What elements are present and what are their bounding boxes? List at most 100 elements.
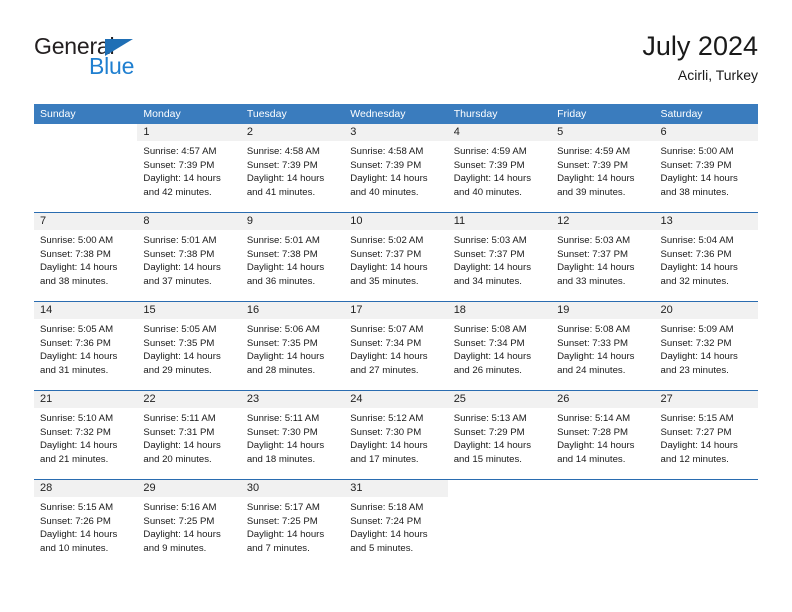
day-number: 21 xyxy=(34,391,138,408)
page-title: July 2024 xyxy=(642,31,758,61)
day-number: 28 xyxy=(34,480,138,497)
day-detail-line: and 24 minutes. xyxy=(557,365,626,377)
day-details: Sunrise: 5:08 AM Sunset: 7:33 PM Daylight:… xyxy=(551,319,654,378)
calendar-day-cell-31[interactable]: 31 Sunrise: 5:18 AM Sunset: 7:24 PM Dayligh… xyxy=(344,480,448,568)
calendar-day-cell-7[interactable]: 7 Sunrise: 5:00 AM Sunset: 7:38 PM Daylight… xyxy=(34,213,138,301)
calendar-day-cell-11[interactable]: 11 Sunrise: 5:03 AM Sunset: 7:37 PM Dayligh… xyxy=(447,213,552,301)
brand-logo[interactable]: General Blue xyxy=(34,34,264,90)
calendar-day-cell-27[interactable]: 27 Sunrise: 5:15 AM Sunset: 7:27 PM Dayligh… xyxy=(654,391,758,479)
day-detail-line: Daylight: 14 hours xyxy=(40,440,118,452)
day-detail-line: Sunset: 7:28 PM xyxy=(557,426,629,438)
calendar-day-cell-9[interactable]: 9 Sunrise: 5:01 AM Sunset: 7:38 PM Daylight… xyxy=(240,213,345,301)
calendar-day-cell-16[interactable]: 16 Sunrise: 5:06 AM Sunset: 7:35 PM Dayligh… xyxy=(240,302,345,390)
day-detail-line: Sunrise: 5:11 AM xyxy=(246,413,320,424)
day-detail-line: Sunrise: 5:13 AM xyxy=(453,413,527,424)
day-detail-line: and 38 minutes. xyxy=(40,276,109,288)
day-details: Sunrise: 4:59 AM Sunset: 7:39 PM Daylight:… xyxy=(551,141,654,200)
calendar-day-cell-19[interactable]: 19 Sunrise: 5:08 AM Sunset: 7:33 PM Dayligh… xyxy=(551,302,655,390)
day-number: 16 xyxy=(240,302,345,319)
day-detail-line: Sunrise: 5:08 AM xyxy=(453,324,527,335)
day-detail-line: Sunset: 7:38 PM xyxy=(246,248,318,260)
day-detail-line: Daylight: 14 hours xyxy=(40,529,118,541)
calendar-day-cell-4[interactable]: 4 Sunrise: 4:59 AM Sunset: 7:39 PM Daylight… xyxy=(447,124,552,212)
calendar-day-cell-30[interactable]: 30 Sunrise: 5:17 AM Sunset: 7:25 PM Dayligh… xyxy=(240,480,345,568)
day-detail-line: Sunrise: 5:16 AM xyxy=(143,502,217,513)
day-detail-line: Sunrise: 4:58 AM xyxy=(246,146,320,157)
day-detail-line: and 14 minutes. xyxy=(557,454,626,466)
day-number xyxy=(654,480,758,497)
day-detail-line: Sunrise: 5:05 AM xyxy=(143,324,217,335)
day-detail-line: and 38 minutes. xyxy=(660,187,729,199)
calendar-day-cell-6[interactable]: 6 Sunrise: 5:00 AM Sunset: 7:39 PM Daylight… xyxy=(654,124,758,212)
calendar-day-cell-22[interactable]: 22 Sunrise: 5:11 AM Sunset: 7:31 PM Dayligh… xyxy=(137,391,241,479)
calendar-day-cell-15[interactable]: 15 Sunrise: 5:05 AM Sunset: 7:35 PM Dayligh… xyxy=(137,302,241,390)
day-detail-line: Sunset: 7:39 PM xyxy=(350,159,422,171)
day-details: Sunrise: 5:00 AM Sunset: 7:38 PM Daylight:… xyxy=(34,230,137,289)
day-detail-line: Sunrise: 5:00 AM xyxy=(660,146,734,157)
calendar-page: General Blue July 2024 Acirli, Turkey Su… xyxy=(0,0,792,612)
day-number: 20 xyxy=(654,302,758,319)
day-detail-line: Sunset: 7:37 PM xyxy=(557,248,629,260)
day-number: 22 xyxy=(137,391,241,408)
day-detail-line: and 29 minutes. xyxy=(143,365,212,377)
day-details: Sunrise: 5:05 AM Sunset: 7:35 PM Daylight:… xyxy=(137,319,240,378)
day-detail-line: and 17 minutes. xyxy=(350,454,419,466)
calendar-day-cell-10[interactable]: 10 Sunrise: 5:02 AM Sunset: 7:37 PM Dayligh… xyxy=(344,213,448,301)
day-number: 6 xyxy=(654,124,758,141)
calendar-day-cell-2[interactable]: 2 Sunrise: 4:58 AM Sunset: 7:39 PM Daylight… xyxy=(240,124,345,212)
day-details: Sunrise: 5:06 AM Sunset: 7:35 PM Daylight:… xyxy=(241,319,344,378)
calendar-week-row: 7 Sunrise: 5:00 AM Sunset: 7:38 PM Daylight… xyxy=(34,212,758,301)
day-detail-line: Sunset: 7:29 PM xyxy=(453,426,525,438)
day-detail-line: Sunset: 7:27 PM xyxy=(660,426,732,438)
day-detail-line: Sunset: 7:26 PM xyxy=(40,515,111,527)
calendar-day-cell-21[interactable]: 21 Sunrise: 5:10 AM Sunset: 7:32 PM Dayligh… xyxy=(34,391,138,479)
day-detail-line: Sunset: 7:38 PM xyxy=(143,248,215,260)
day-number: 15 xyxy=(137,302,241,319)
day-of-week-header-sunday: Sunday xyxy=(40,108,76,120)
day-detail-line: Sunrise: 4:59 AM xyxy=(557,146,631,157)
day-details: Sunrise: 5:18 AM Sunset: 7:24 PM Daylight:… xyxy=(344,497,447,556)
calendar-day-cell-17[interactable]: 17 Sunrise: 5:07 AM Sunset: 7:34 PM Dayligh… xyxy=(344,302,448,390)
calendar-day-cell-24[interactable]: 24 Sunrise: 5:12 AM Sunset: 7:30 PM Dayligh… xyxy=(344,391,448,479)
day-detail-line: Daylight: 14 hours xyxy=(246,351,325,363)
day-detail-line: Daylight: 14 hours xyxy=(557,351,635,363)
day-detail-line: Daylight: 14 hours xyxy=(143,529,221,541)
day-details: Sunrise: 5:15 AM Sunset: 7:27 PM Daylight:… xyxy=(655,408,758,467)
day-detail-line: and 39 minutes. xyxy=(557,187,626,199)
day-detail-line: Sunset: 7:36 PM xyxy=(660,248,732,260)
day-number: 13 xyxy=(654,213,758,230)
day-detail-line: Sunset: 7:33 PM xyxy=(557,337,629,349)
title-block: July 2024 Acirli, Turkey xyxy=(642,30,758,84)
day-number: 25 xyxy=(447,391,552,408)
page-subtitle: Acirli, Turkey xyxy=(677,67,758,83)
day-detail-line: Sunrise: 5:11 AM xyxy=(143,413,216,424)
day-detail-line: Daylight: 14 hours xyxy=(143,262,221,274)
calendar-day-cell-5[interactable]: 5 Sunrise: 4:59 AM Sunset: 7:39 PM Daylight… xyxy=(551,124,655,212)
day-number: 19 xyxy=(551,302,655,319)
day-number xyxy=(447,480,552,497)
calendar-day-cell-1[interactable]: 1 Sunrise: 4:57 AM Sunset: 7:39 PM Daylight… xyxy=(137,124,241,212)
calendar-day-cell-14[interactable]: 14 Sunrise: 5:05 AM Sunset: 7:36 PM Dayligh… xyxy=(34,302,138,390)
day-detail-line: Sunrise: 5:15 AM xyxy=(40,502,114,513)
day-details: Sunrise: 5:04 AM Sunset: 7:36 PM Daylight:… xyxy=(655,230,758,289)
calendar-day-cell-29[interactable]: 29 Sunrise: 5:16 AM Sunset: 7:25 PM Dayligh… xyxy=(137,480,241,568)
calendar-day-cell-18[interactable]: 18 Sunrise: 5:08 AM Sunset: 7:34 PM Dayligh… xyxy=(447,302,552,390)
day-detail-line: Daylight: 14 hours xyxy=(660,173,738,185)
calendar-day-cell-23[interactable]: 23 Sunrise: 5:11 AM Sunset: 7:30 PM Dayligh… xyxy=(240,391,345,479)
calendar-day-cell-28[interactable]: 28 Sunrise: 5:15 AM Sunset: 7:26 PM Dayligh… xyxy=(34,480,138,568)
calendar-day-cell-25[interactable]: 25 Sunrise: 5:13 AM Sunset: 7:29 PM Dayligh… xyxy=(447,391,552,479)
day-detail-line: Sunset: 7:35 PM xyxy=(246,337,318,349)
day-detail-line: Daylight: 14 hours xyxy=(660,440,738,452)
calendar-day-cell-13[interactable]: 13 Sunrise: 5:04 AM Sunset: 7:36 PM Dayligh… xyxy=(654,213,758,301)
day-detail-line: Sunset: 7:37 PM xyxy=(350,248,422,260)
calendar-day-cell-8[interactable]: 8 Sunrise: 5:01 AM Sunset: 7:38 PM Daylight… xyxy=(137,213,241,301)
day-detail-line: Sunset: 7:35 PM xyxy=(143,337,215,349)
day-detail-line: Daylight: 14 hours xyxy=(453,262,532,274)
day-detail-line: Sunset: 7:39 PM xyxy=(453,159,525,171)
calendar-week-row: 1 Sunrise: 4:57 AM Sunset: 7:39 PM Daylight… xyxy=(34,124,758,212)
calendar-day-cell-20[interactable]: 20 Sunrise: 5:09 AM Sunset: 7:32 PM Dayligh… xyxy=(654,302,758,390)
calendar-day-cell-12[interactable]: 12 Sunrise: 5:03 AM Sunset: 7:37 PM Dayligh… xyxy=(551,213,655,301)
calendar-day-cell-3[interactable]: 3 Sunrise: 4:58 AM Sunset: 7:39 PM Daylight… xyxy=(344,124,448,212)
day-details: Sunrise: 5:02 AM Sunset: 7:37 PM Daylight:… xyxy=(344,230,447,289)
calendar-day-cell-26[interactable]: 26 Sunrise: 5:14 AM Sunset: 7:28 PM Dayligh… xyxy=(551,391,655,479)
